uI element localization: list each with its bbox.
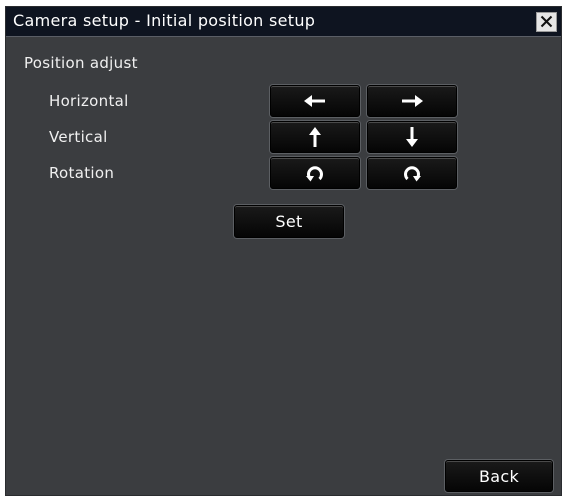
dialog-title: Camera setup - Initial position setup (13, 11, 316, 30)
camera-setup-dialog: Camera setup - Initial position setup Po… (5, 6, 562, 496)
title-bar: Camera setup - Initial position setup (6, 7, 561, 37)
back-button[interactable]: Back (445, 460, 553, 492)
set-button[interactable]: Set (234, 205, 344, 238)
arrow-down-icon (405, 127, 419, 147)
rotate-counterclockwise-button[interactable] (270, 157, 360, 189)
move-left-button[interactable] (270, 85, 360, 117)
arrow-up-icon (308, 127, 322, 147)
rotation-label: Rotation (49, 164, 115, 182)
back-button-label: Back (478, 466, 520, 486)
close-button[interactable] (536, 12, 557, 32)
arrow-left-icon (304, 94, 326, 108)
rotate-counterclockwise-icon (305, 164, 325, 182)
vertical-label: Vertical (49, 128, 108, 146)
close-icon (540, 13, 553, 32)
position-adjust-label: Position adjust (24, 54, 138, 72)
move-right-button[interactable] (367, 85, 457, 117)
rotate-clockwise-icon (402, 164, 422, 182)
move-down-button[interactable] (367, 121, 457, 153)
arrow-right-icon (401, 94, 423, 108)
horizontal-label: Horizontal (49, 92, 129, 110)
move-up-button[interactable] (270, 121, 360, 153)
set-button-label: Set (275, 212, 303, 231)
rotate-clockwise-button[interactable] (367, 157, 457, 189)
